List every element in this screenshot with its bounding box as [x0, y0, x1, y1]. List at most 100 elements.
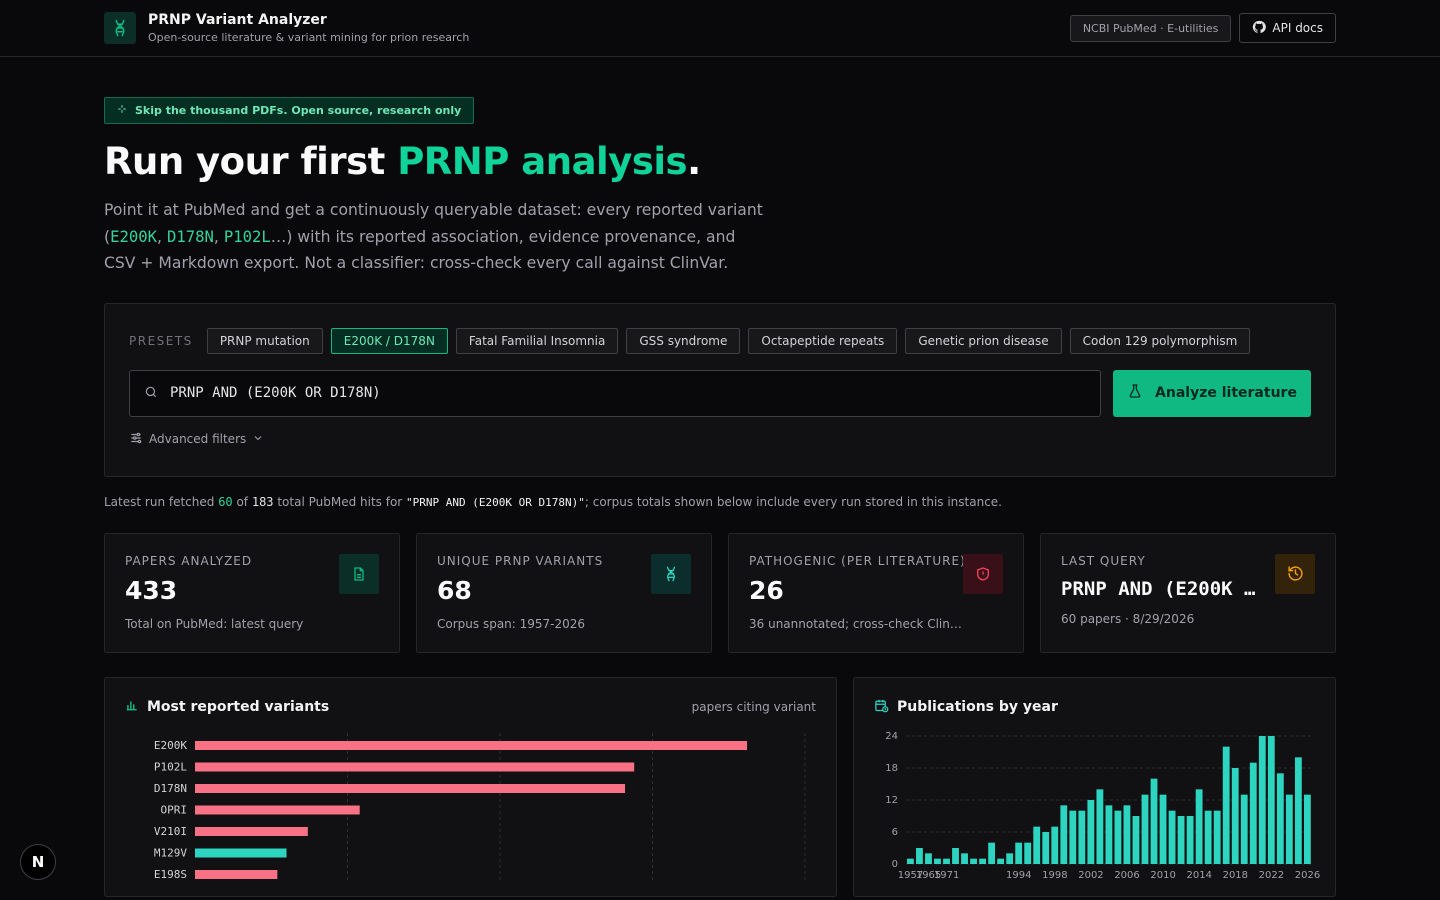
year-bar[interactable] — [961, 852, 968, 864]
year-bar[interactable] — [1060, 804, 1068, 864]
x-tick-label: 2022 — [1259, 870, 1284, 878]
preset-prnp-mutation[interactable]: PRNP mutation — [206, 327, 323, 354]
variant-tick-label: OPRI — [161, 803, 188, 816]
sliders-icon — [129, 431, 143, 448]
run-summary: Latest run fetched 60 of 183 total PubMe… — [104, 494, 1002, 509]
year-bar[interactable] — [988, 842, 996, 864]
search-panel: PRESETS PRNP mutation E200K / D178N Fata… — [104, 302, 1336, 477]
year-bar[interactable] — [1105, 804, 1113, 864]
year-bar[interactable] — [1096, 788, 1104, 864]
year-bar[interactable] — [1087, 799, 1095, 864]
variant-bar[interactable] — [195, 848, 287, 857]
year-bar[interactable] — [943, 858, 950, 864]
analyze-literature-button[interactable]: Analyze literature — [1113, 369, 1311, 417]
preset-codon-129[interactable]: Codon 129 polymorphism — [1069, 327, 1251, 354]
year-bar[interactable] — [1123, 804, 1131, 864]
year-bar[interactable] — [1213, 810, 1221, 864]
year-bar[interactable] — [1231, 767, 1239, 864]
year-bar[interactable] — [934, 858, 941, 864]
stat-pathogenic: PATHOGENIC (PER LITERATURE) 26 36 unanno… — [728, 532, 1024, 653]
x-tick-label: 2002 — [1078, 870, 1103, 878]
year-bar[interactable] — [916, 847, 923, 864]
year-bar[interactable] — [1051, 826, 1059, 864]
preset-octapeptide-repeats[interactable]: Octapeptide repeats — [748, 327, 898, 354]
variant-bar[interactable] — [195, 740, 748, 750]
x-tick-label: 2006 — [1114, 870, 1139, 878]
api-docs-label: API docs — [1272, 21, 1323, 35]
preset-fatal-familial-insomnia[interactable]: Fatal Familial Insomnia — [455, 327, 619, 354]
flask-icon — [1127, 383, 1143, 403]
year-bar[interactable] — [970, 858, 977, 864]
query-input[interactable] — [170, 385, 1086, 401]
x-tick-label: 1998 — [1042, 870, 1067, 878]
year-bar[interactable] — [1177, 815, 1185, 864]
year-bar[interactable] — [952, 847, 959, 864]
presets-row: PRESETS PRNP mutation E200K / D178N Fata… — [129, 327, 1311, 354]
year-bar[interactable] — [1114, 810, 1122, 864]
year-bar[interactable] — [1285, 794, 1293, 864]
variant-bar[interactable] — [195, 783, 626, 793]
stat-last-query[interactable]: LAST QUERY PRNP AND (E200K … 60 papers ·… — [1040, 532, 1336, 653]
x-tick-label: 2026 — [1295, 870, 1320, 878]
year-bar[interactable] — [1195, 788, 1203, 864]
brand[interactable]: PRNP Variant Analyzer Open-source litera… — [104, 12, 469, 44]
api-docs-button[interactable]: API docs — [1239, 13, 1336, 43]
year-bar[interactable] — [1186, 815, 1194, 864]
preset-genetic-prion-disease[interactable]: Genetic prion disease — [905, 327, 1062, 354]
year-bar[interactable] — [1222, 746, 1230, 864]
hero-title: Run your first PRNP analysis. — [104, 140, 701, 183]
year-bar[interactable] — [907, 858, 914, 864]
year-bar[interactable] — [1141, 794, 1149, 864]
github-icon — [1252, 20, 1267, 37]
year-bar[interactable] — [925, 852, 932, 864]
year-bar[interactable] — [1294, 756, 1302, 864]
query-field[interactable] — [129, 369, 1101, 417]
preset-gss-syndrome[interactable]: GSS syndrome — [626, 327, 741, 354]
year-bar[interactable] — [1132, 815, 1140, 864]
hero-tag: Skip the thousand PDFs. Open source, res… — [104, 97, 475, 124]
year-bar[interactable] — [979, 858, 986, 864]
year-bar[interactable] — [1159, 794, 1167, 864]
bar-chart-icon — [125, 698, 139, 716]
year-bar[interactable] — [1240, 794, 1248, 864]
hero-description: Point it at PubMed and get a continuousl… — [104, 201, 763, 272]
stat-unique-variants: UNIQUE PRNP VARIANTS 68 Corpus span: 195… — [416, 532, 712, 653]
variants-chart-card: Most reported variants papers citing var… — [104, 676, 837, 897]
variant-bar[interactable] — [195, 762, 635, 771]
year-bar[interactable] — [1042, 831, 1050, 864]
year-bar[interactable] — [1015, 842, 1023, 864]
year-bar[interactable] — [1069, 810, 1077, 864]
x-tick-label: 1971 — [934, 870, 959, 878]
year-bar[interactable] — [1249, 762, 1257, 864]
dna-logo-icon — [104, 12, 136, 44]
year-bar[interactable] — [1150, 778, 1158, 864]
calendar-chart-icon — [874, 698, 889, 717]
x-tick-label: 2018 — [1223, 870, 1248, 878]
y-tick-label: 12 — [885, 795, 898, 806]
year-bar[interactable] — [1168, 810, 1176, 864]
x-tick-label: 2010 — [1150, 870, 1175, 878]
variant-bar[interactable] — [195, 826, 308, 836]
variant-bar[interactable] — [195, 869, 278, 879]
y-tick-label: 18 — [885, 763, 898, 774]
year-bar[interactable] — [1033, 826, 1041, 864]
sparkle-icon — [117, 104, 127, 117]
year-bar[interactable] — [1276, 772, 1284, 864]
year-bar[interactable] — [1267, 735, 1275, 864]
year-bar[interactable] — [1303, 794, 1311, 864]
year-bar[interactable] — [1024, 842, 1032, 864]
hero-tag-label: Skip the thousand PDFs. Open source, res… — [135, 104, 462, 117]
hero-title-accent: PRNP analysis — [397, 140, 688, 183]
preset-e200k-d178n[interactable]: E200K / D178N — [330, 327, 448, 354]
year-bar[interactable] — [997, 858, 1005, 864]
advanced-filters-toggle[interactable]: Advanced filters — [129, 431, 1311, 448]
year-bar[interactable] — [1258, 735, 1266, 864]
next-dev-badge[interactable]: N — [20, 844, 56, 880]
document-icon — [339, 553, 379, 594]
y-tick-label: 0 — [892, 859, 898, 870]
variant-bar[interactable] — [195, 805, 360, 814]
year-bar[interactable] — [1078, 810, 1086, 864]
y-tick-label: 24 — [885, 731, 898, 742]
year-bar[interactable] — [1006, 852, 1014, 864]
year-bar[interactable] — [1204, 810, 1212, 864]
